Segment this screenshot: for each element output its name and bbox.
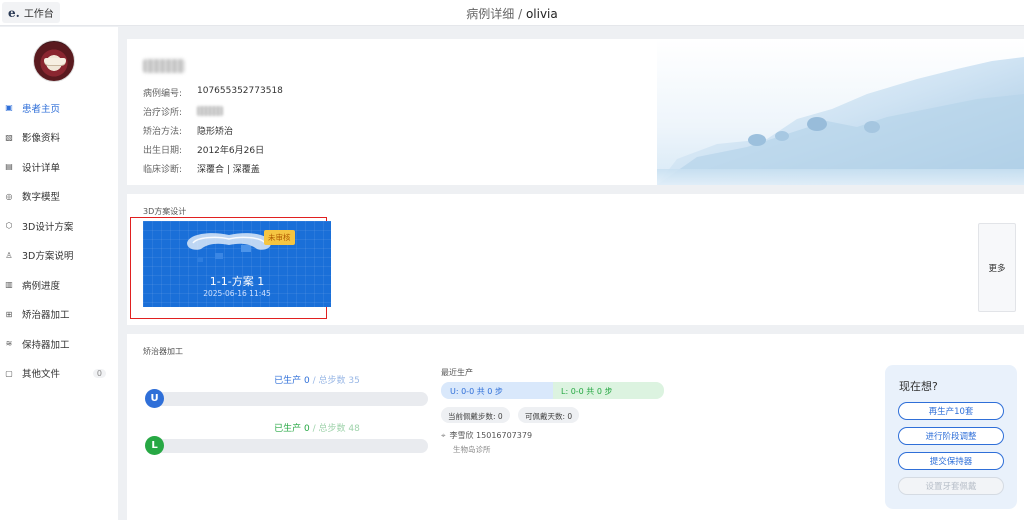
reproduce-button[interactable]: 再生产10套 (898, 402, 1004, 420)
design-section-title: 3D方案设计 (143, 207, 187, 216)
info-key: 出生日期: (143, 146, 183, 156)
sidebar-item[interactable]: ▤ 设计详单 (0, 152, 118, 182)
sidebar-item-label: 患者主页 (22, 103, 61, 115)
info-value: 2012年6月26日 (197, 146, 265, 156)
patient-info-card: 病例编号: 107655352773518 治疗诊所: 矫治方法: 隐形矫治出生日期: 2… (127, 39, 1024, 185)
patient-info-row: 临床诊断: 深覆合 | 深覆盖 (143, 162, 260, 175)
sidebar-item-label: 3D设计方案 (22, 221, 74, 233)
status-badge: 未审核 (264, 230, 295, 245)
file-icon: ▢ (5, 368, 13, 378)
sidebar-item-label: 矫治器加工 (22, 310, 70, 322)
page-title: 病例详细 / olivia (0, 5, 1024, 22)
design-section: 3D方案设计 未审核 1-1-方案 1 2025-06-16 11:45 更多 (127, 194, 1024, 325)
action-panel: 现在想? 再生产10套 进行阶段调整 提交保持器 设置牙套佩戴 (885, 365, 1017, 509)
upper-jaw-badge: U (145, 389, 164, 408)
plan-date: 2025-06-16 11:45 (203, 289, 271, 298)
info-value: 隐形矫治 (197, 127, 234, 137)
sidebar-item[interactable]: ▧ 影像资料 (0, 123, 118, 153)
info-value: 107655352773518 (197, 86, 283, 96)
lower-progress-bar (146, 439, 428, 453)
recent-production-title: 最近生产 (441, 368, 473, 377)
blurred-patient-name (143, 59, 185, 73)
upper-progress-bar (146, 392, 428, 406)
upper-production-pill: U: 0-0 共 0 步 (441, 382, 553, 399)
iceberg-banner-image (657, 39, 1024, 185)
sidebar-item[interactable]: ⊞ 矫治器加工 (0, 300, 118, 330)
sidebar-item[interactable]: ⬡ 3D设计方案 (0, 211, 118, 241)
wear-days-chip: 可佩戴天数: 0 (518, 407, 580, 423)
current-steps-chip: 当前佩戴步数: 0 (441, 407, 510, 423)
sidebar: ▣ 患者主页 ▧ 影像资料 ▤ 设计详单 ◎ 数字模型 ⬡ 3D设计方案 ♙ 3D方案说明 ▥ 病例进度 ⊞… (0, 27, 118, 520)
sidebar-item-label: 病例进度 (22, 280, 61, 292)
contact-name: 李雪欣 15016707379 (449, 431, 533, 440)
sidebar-item[interactable]: ▥ 病例进度 (0, 270, 118, 300)
file-count-badge: 0 (92, 368, 106, 378)
design-detail-icon: ▤ (5, 162, 13, 172)
action-panel-title: 现在想? (899, 380, 938, 393)
production-section-title: 矫治器加工 (143, 347, 183, 356)
lower-production-pill: L: 0-0 共 0 步 (553, 382, 664, 399)
aligner-production-icon: ⊞ (5, 309, 13, 319)
info-key: 治疗诊所: (143, 108, 183, 118)
top-bar: e. 工作台 病例详细 / olivia (0, 0, 1024, 26)
contact-info: ⌖ 李雪欣 15016707379 (441, 430, 532, 441)
info-key: 矫治方法: (143, 127, 183, 137)
production-section: 矫治器加工 已生产 0 / 总步数 35 U 已生产 0 / 总步数 48 L … (127, 334, 1024, 520)
submit-retainer-button[interactable]: 提交保持器 (898, 452, 1004, 470)
design-plan-card[interactable]: 未审核 1-1-方案 1 2025-06-16 11:45 (143, 221, 331, 307)
sidebar-nav: ▣ 患者主页 ▧ 影像资料 ▤ 设计详单 ◎ 数字模型 ⬡ 3D设计方案 ♙ 3D方案说明 ▥ 病例进度 ⊞… (0, 93, 118, 388)
sidebar-item[interactable]: ◎ 数字模型 (0, 182, 118, 212)
info-value: 深覆合 | 深覆盖 (197, 165, 260, 175)
patient-home-icon: ▣ (5, 103, 13, 113)
avatar (33, 40, 75, 82)
upper-progress-label: 已生产 0 / 总步数 35 (274, 376, 360, 386)
location-pin-icon: ⌖ (441, 431, 446, 440)
info-key: 临床诊断: (143, 165, 183, 175)
sidebar-item[interactable]: ♙ 3D方案说明 (0, 241, 118, 271)
sidebar-item-label: 保持器加工 (22, 339, 70, 351)
patient-name: olivia (525, 7, 558, 21)
cube-3d-icon: ⬡ (5, 221, 13, 231)
aligner-tray-image (187, 233, 271, 262)
sidebar-item-label: 3D方案说明 (22, 251, 74, 263)
progress-icon: ▥ (5, 280, 13, 290)
image-data-icon: ▧ (5, 132, 13, 142)
set-wearing-button[interactable]: 设置牙套佩戴 (898, 477, 1004, 495)
info-key: 病例编号: (143, 89, 183, 99)
contact-clinic: 生物岛诊所 (453, 445, 491, 454)
explain-3d-icon: ♙ (5, 250, 13, 260)
sidebar-item[interactable]: ≋ 保持器加工 (0, 329, 118, 359)
blurred-clinic-value (197, 106, 223, 116)
sidebar-item-label: 数字模型 (22, 192, 61, 204)
lower-jaw-badge: L (145, 436, 164, 455)
lower-progress-label: 已生产 0 / 总步数 48 (274, 424, 360, 434)
sidebar-item-label: 其他文件 (22, 369, 61, 381)
sidebar-item-label: 影像资料 (22, 133, 61, 145)
patient-info-row: 病例编号: 107655352773518 (143, 86, 283, 99)
patient-info-row: 矫治方法: 隐形矫治 (143, 124, 233, 137)
plan-name: 1-1-方案 1 (209, 275, 265, 288)
sidebar-item-label: 设计详单 (22, 162, 61, 174)
retainer-production-icon: ≋ (5, 339, 13, 349)
sidebar-item[interactable]: ▢ 其他文件 0 (0, 359, 118, 389)
page-title-prefix: 病例详细 / (466, 7, 523, 21)
digital-model-icon: ◎ (5, 191, 13, 201)
patient-info-row: 出生日期: 2012年6月26日 (143, 143, 264, 156)
more-button[interactable]: 更多 (978, 223, 1016, 312)
stage-adjust-button[interactable]: 进行阶段调整 (898, 427, 1004, 445)
sidebar-item[interactable]: ▣ 患者主页 (0, 93, 118, 123)
patient-info-row: 治疗诊所: (143, 105, 223, 118)
